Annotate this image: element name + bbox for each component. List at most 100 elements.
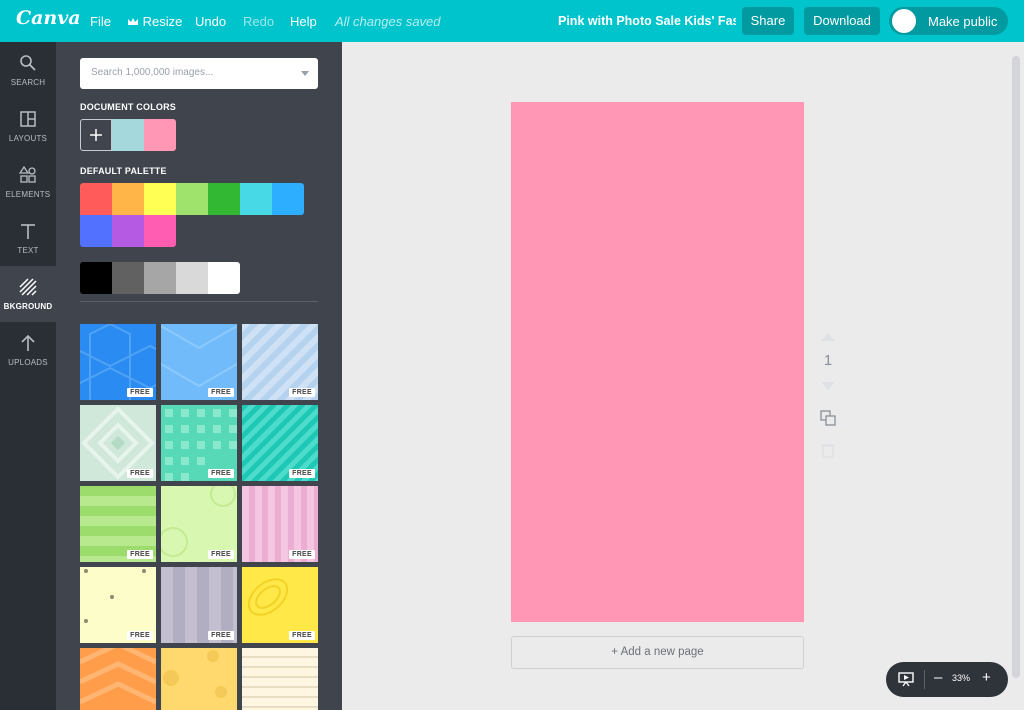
resize-label: Resize (142, 14, 183, 29)
background-tile[interactable]: FREE (242, 567, 318, 643)
download-button[interactable]: Download (804, 7, 880, 35)
undo-button[interactable]: Undo (195, 14, 226, 29)
upload-icon (21, 334, 35, 351)
gray-swatch[interactable] (112, 262, 144, 294)
free-badge: FREE (127, 388, 153, 397)
palette-swatch[interactable] (144, 183, 176, 215)
elements-icon (19, 166, 36, 183)
default-palette-label: DEFAULT PALETTE (80, 166, 167, 176)
palette-swatch[interactable] (208, 183, 240, 215)
cheese-pattern (163, 650, 227, 698)
background-tile[interactable]: FREE (80, 567, 156, 643)
background-tile[interactable] (161, 648, 237, 710)
text-icon (21, 224, 35, 239)
zoom-in-button[interactable]: + (982, 669, 991, 686)
rail-label-elements: ELEMENTS (5, 190, 51, 199)
palette-swatch[interactable] (176, 183, 208, 215)
rail-item-uploads[interactable]: UPLOADS (0, 322, 56, 378)
zoom-out-button[interactable]: – (934, 669, 942, 686)
duplicate-page-icon[interactable] (820, 410, 836, 426)
background-icon (19, 278, 37, 296)
make-public-label: Make public (928, 14, 998, 29)
add-new-page-button[interactable]: + Add a new page (511, 636, 804, 669)
background-tile[interactable]: FREE (161, 405, 237, 481)
design-page[interactable] (511, 102, 804, 622)
share-button[interactable]: Share (742, 7, 794, 35)
palette-swatch[interactable] (144, 215, 176, 247)
layouts-icon (20, 111, 36, 127)
background-panel: Search 1,000,000 images... DOCUMENT COLO… (56, 42, 342, 710)
document-color-swatch[interactable] (112, 119, 144, 151)
palette-swatch[interactable] (80, 215, 112, 247)
palette-swatch[interactable] (112, 183, 144, 215)
free-badge: FREE (289, 550, 315, 559)
free-badge: FREE (208, 388, 234, 397)
chevron-down-icon[interactable] (301, 71, 309, 76)
background-tile[interactable]: FREE (242, 324, 318, 400)
background-tile[interactable]: FREE (80, 486, 156, 562)
gray-swatch[interactable] (208, 262, 240, 294)
gray-swatch[interactable] (176, 262, 208, 294)
gray-swatch[interactable] (144, 262, 176, 294)
rail-item-text[interactable]: TEXT (0, 210, 56, 266)
background-tile[interactable]: FREE (242, 405, 318, 481)
document-color-swatch[interactable] (144, 119, 176, 151)
background-tile[interactable] (80, 648, 156, 710)
palette-swatch[interactable] (272, 183, 304, 215)
rail-label-background: BKGROUND (3, 302, 53, 311)
background-tile[interactable]: FREE (161, 567, 237, 643)
help-menu[interactable]: Help (290, 14, 317, 29)
free-badge: FREE (289, 469, 315, 478)
top-bar: Canva File Resize Undo Redo Help All cha… (0, 0, 1024, 42)
add-color-button[interactable] (80, 119, 112, 151)
rail-item-search[interactable]: SEARCH (0, 42, 56, 98)
search-placeholder: Search 1,000,000 images... (91, 67, 214, 78)
free-badge: FREE (289, 388, 315, 397)
rail-label-search: SEARCH (10, 78, 46, 87)
present-icon[interactable] (898, 671, 914, 687)
document-colors-label: DOCUMENT COLORS (80, 102, 176, 112)
free-badge: FREE (127, 550, 153, 559)
zoom-divider (924, 670, 925, 689)
vertical-scrollbar[interactable] (1012, 56, 1020, 678)
zoom-level[interactable]: 33% (952, 673, 970, 683)
make-public-toggle[interactable]: Make public (889, 7, 1008, 35)
rail-item-elements[interactable]: ELEMENTS (0, 154, 56, 210)
background-tile[interactable]: FREE (80, 405, 156, 481)
image-search-input[interactable]: Search 1,000,000 images... (80, 58, 318, 89)
zigzag-pattern (80, 648, 156, 705)
save-status: All changes saved (335, 14, 441, 29)
move-page-down-icon[interactable] (820, 381, 836, 391)
rail-item-layouts[interactable]: LAYOUTS (0, 98, 56, 154)
background-tile[interactable] (242, 648, 318, 710)
background-tile[interactable]: FREE (161, 324, 237, 400)
crown-icon (128, 18, 138, 25)
document-title[interactable]: Pink with Photo Sale Kids' Fas... (558, 14, 736, 28)
palette-swatch[interactable] (80, 183, 112, 215)
zoom-controls: – 33% + (886, 662, 1008, 697)
palette-swatch[interactable] (112, 215, 144, 247)
gray-swatch[interactable] (80, 262, 112, 294)
resize-menu[interactable]: Resize (127, 14, 182, 29)
tool-rail: SEARCH LAYOUTS ELEMENTS TEXT BKGROUND UP… (0, 42, 56, 710)
palette-swatch[interactable] (240, 183, 272, 215)
move-page-up-icon[interactable] (820, 332, 836, 342)
rail-label-text: TEXT (17, 246, 39, 255)
toggle-knob (892, 9, 916, 33)
delete-page-icon[interactable] (820, 442, 836, 458)
background-tile[interactable]: FREE (242, 486, 318, 562)
redo-button[interactable]: Redo (243, 14, 274, 29)
rail-item-background[interactable]: BKGROUND (0, 266, 56, 322)
search-icon (20, 55, 36, 71)
rail-label-uploads: UPLOADS (8, 358, 48, 367)
rail-label-layouts: LAYOUTS (8, 134, 48, 143)
free-badge: FREE (289, 631, 315, 640)
page-number: 1 (823, 352, 833, 369)
background-tile[interactable]: FREE (161, 486, 237, 562)
canva-logo[interactable]: Canva (16, 7, 81, 29)
background-tile[interactable]: FREE (80, 324, 156, 400)
canvas-workspace: + Add a new page 1 – 33% + (342, 42, 1024, 710)
file-menu[interactable]: File (90, 14, 111, 29)
free-badge: FREE (127, 631, 153, 640)
free-badge: FREE (208, 469, 234, 478)
